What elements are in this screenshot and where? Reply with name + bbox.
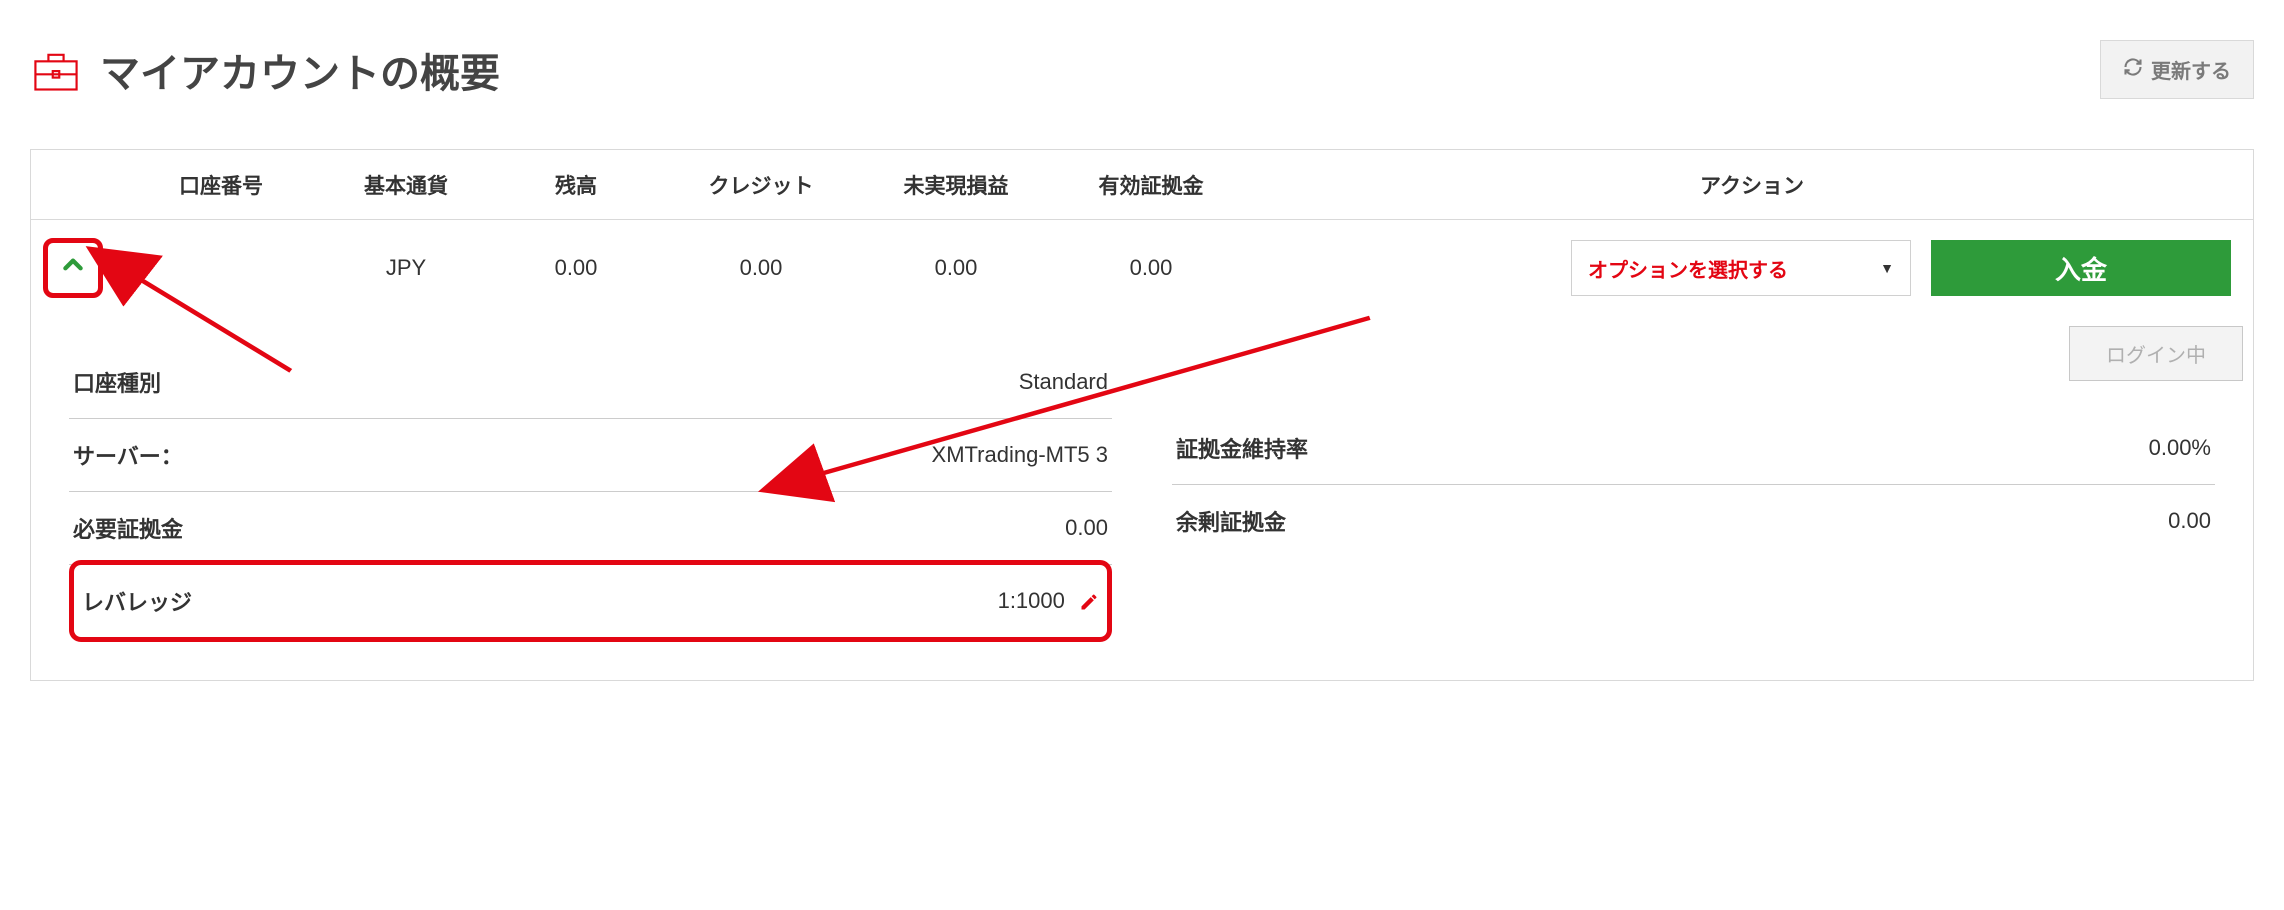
header-equity: 有効証拠金	[1051, 170, 1251, 200]
cell-balance: 0.00	[491, 255, 661, 281]
value-free-margin: 0.00	[2168, 508, 2211, 534]
refresh-icon	[2123, 57, 2143, 83]
chevron-up-icon	[60, 252, 86, 284]
header-currency: 基本通貨	[321, 170, 491, 200]
account-card: 口座番号 基本通貨 残高 クレジット 未実現損益 有効証拠金 アクション JPY…	[30, 149, 2254, 681]
cell-unrealized-pl: 0.00	[861, 255, 1051, 281]
edit-leverage-button[interactable]	[1079, 592, 1099, 612]
cell-credit: 0.00	[661, 255, 861, 281]
label-margin-level: 証拠金維持率	[1176, 432, 1308, 464]
refresh-label: 更新する	[2151, 55, 2231, 84]
value-margin-level: 0.00%	[2149, 435, 2211, 461]
value-required-margin: 0.00	[1065, 515, 1108, 541]
label-free-margin: 余剰証拠金	[1176, 505, 1286, 537]
page-title: マイアカウントの概要	[100, 41, 500, 99]
detail-server: サーバー： XMTrading-MT5 3	[69, 419, 1112, 492]
label-account-type: 口座種別	[73, 366, 161, 398]
cell-currency: JPY	[321, 255, 491, 281]
chevron-down-icon: ▼	[1880, 260, 1894, 276]
deposit-button[interactable]: 入金	[1931, 240, 2231, 296]
title-wrap: マイアカウントの概要	[30, 41, 500, 99]
leverage-highlight-box: レバレッジ 1:1000	[69, 560, 1112, 642]
detail-margin-level: 証拠金維持率 0.00%	[1172, 412, 2215, 485]
label-server: サーバー：	[73, 439, 183, 471]
value-server: XMTrading-MT5 3	[932, 442, 1108, 468]
detail-required-margin: 必要証拠金 0.00	[69, 492, 1112, 565]
detail-free-margin: 余剰証拠金 0.00	[1172, 485, 2215, 557]
account-details-panel: ログイン中 口座種別 Standard サーバー： XMTrading-MT5 …	[31, 316, 2253, 680]
value-leverage: 1:1000	[998, 588, 1065, 613]
detail-account-type: 口座種別 Standard	[69, 346, 1112, 419]
label-leverage: レバレッジ	[82, 585, 192, 617]
page-header: マイアカウントの概要 更新する	[30, 40, 2254, 99]
refresh-button[interactable]: 更新する	[2100, 40, 2254, 99]
header-account-no: 口座番号	[121, 170, 321, 200]
label-required-margin: 必要証拠金	[73, 512, 183, 544]
header-credit: クレジット	[661, 170, 861, 200]
options-select-label: オプションを選択する	[1588, 254, 1788, 283]
account-row: JPY 0.00 0.00 0.00 0.00 オプションを選択する ▼ 入金	[31, 220, 2253, 316]
detail-leverage: レバレッジ 1:1000	[78, 565, 1103, 637]
header-balance: 残高	[491, 170, 661, 200]
value-account-type: Standard	[1019, 369, 1108, 395]
expand-toggle[interactable]	[43, 238, 103, 298]
briefcase-icon	[30, 44, 82, 96]
table-header-row: 口座番号 基本通貨 残高 クレジット 未実現損益 有効証拠金 アクション	[31, 150, 2253, 220]
cell-equity: 0.00	[1051, 255, 1251, 281]
header-actions: アクション	[1251, 170, 2253, 200]
options-select[interactable]: オプションを選択する ▼	[1571, 240, 1911, 296]
header-unrealized-pl: 未実現損益	[861, 170, 1051, 200]
